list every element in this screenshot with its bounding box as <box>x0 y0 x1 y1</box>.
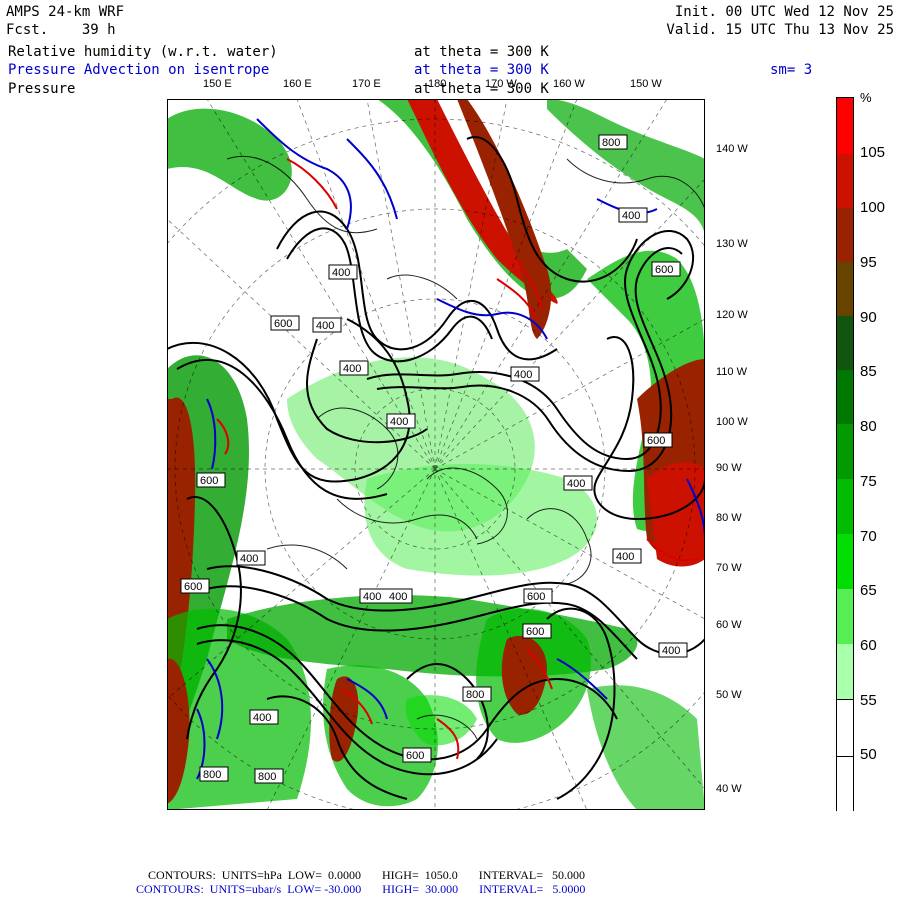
contour-label: 400 <box>240 553 258 565</box>
pressure-label: Pressure <box>8 81 76 97</box>
lon-label-170e: 170 E <box>352 78 381 90</box>
colorbar-segment <box>837 154 853 208</box>
contour-label: 400 <box>363 591 381 603</box>
contour-label: 400 <box>389 591 407 603</box>
rh-label: Relative humidity (w.r.t. water) <box>8 44 278 60</box>
lon-label-140w: 140 W <box>716 143 748 155</box>
lon-label-90w: 90 W <box>716 462 742 474</box>
lon-label-180: 180 <box>428 78 447 90</box>
colorbar-label-50: 50 <box>860 746 877 763</box>
footer-advection-contours: CONTOURS: UNITS=ubar/s LOW= -30.000 HIGH… <box>136 882 586 896</box>
colorbar-label-90: 90 <box>860 309 877 326</box>
colorbar-label-85: 85 <box>860 363 877 380</box>
lon-label-100w: 100 W <box>716 416 748 428</box>
fcst-hours: 39 h <box>81 22 116 38</box>
contour-label: 600 <box>526 626 544 638</box>
adv-level: at theta = 300 K <box>414 62 549 78</box>
colorbar-unit: % <box>860 90 872 105</box>
forecast-label: Fcst. 39 h <box>6 22 116 38</box>
lon-label-80w: 80 W <box>716 512 742 524</box>
colorbar-segment <box>837 370 853 424</box>
lon-label-40w: 40 W <box>716 783 742 795</box>
colorbar-segment <box>837 644 853 699</box>
contour-label: 400 <box>332 267 350 279</box>
colorbar <box>836 97 854 812</box>
weather-map: 800 400 600 400 400 400 400 600 400 600 … <box>167 99 705 810</box>
colorbar-segment <box>837 98 853 154</box>
lon-label-50w: 50 W <box>716 689 742 701</box>
footer-pressure-contours: CONTOURS: UNITS=hPa LOW= 0.0000 HIGH= 10… <box>148 868 585 882</box>
adv-label: Pressure Advection on isentrope <box>8 62 270 78</box>
contour-label: 600 <box>200 475 218 487</box>
contour-label: 400 <box>253 712 271 724</box>
contour-label: 400 <box>662 645 680 657</box>
contour-label: 600 <box>406 750 424 762</box>
init-time: Init. 00 UTC Wed 12 Nov 25 <box>674 4 894 20</box>
lon-label-70w: 70 W <box>716 562 742 574</box>
colorbar-label-100: 100 <box>860 199 886 216</box>
colorbar-label-95: 95 <box>860 254 877 271</box>
contour-label: 400 <box>343 363 361 375</box>
contour-label: 800 <box>203 769 221 781</box>
lon-label-170w: 170 W <box>485 78 517 90</box>
contour-label: 400 <box>316 320 334 332</box>
colorbar-label-70: 70 <box>860 528 877 545</box>
colorbar-segment <box>837 424 853 479</box>
lon-label-160w: 160 W <box>553 78 585 90</box>
contour-label: 600 <box>527 591 545 603</box>
contour-label: 400 <box>622 210 640 222</box>
contour-label: 600 <box>184 581 202 593</box>
colorbar-segment <box>837 316 853 370</box>
contour-label: 400 <box>616 551 634 563</box>
valid-time: Valid. 15 UTC Thu 13 Nov 25 <box>666 22 894 38</box>
contour-label: 600 <box>647 435 665 447</box>
contour-label: 600 <box>655 264 673 276</box>
contour-label: 400 <box>390 416 408 428</box>
colorbar-segment <box>837 534 853 589</box>
contour-label: 400 <box>514 369 532 381</box>
colorbar-segment <box>837 262 853 316</box>
lon-label-60w: 60 W <box>716 619 742 631</box>
smoothing-label: sm= 3 <box>770 62 813 78</box>
fcst-label: Fcst. <box>6 22 49 38</box>
colorbar-segment <box>837 699 853 756</box>
contour-label: 800 <box>258 771 276 783</box>
colorbar-label-75: 75 <box>860 473 877 490</box>
rh-level: at theta = 300 K <box>414 44 549 60</box>
colorbar-segment <box>837 479 853 534</box>
lon-label-150e: 150 E <box>203 78 232 90</box>
contour-label: 800 <box>466 689 484 701</box>
colorbar-label-80: 80 <box>860 418 877 435</box>
lon-label-160e: 160 E <box>283 78 312 90</box>
lon-label-150w: 150 W <box>630 78 662 90</box>
colorbar-label-55: 55 <box>860 692 877 709</box>
contour-label: 400 <box>567 478 585 490</box>
model-title: AMPS 24-km WRF <box>6 4 125 20</box>
colorbar-label-60: 60 <box>860 637 877 654</box>
lon-label-120w: 120 W <box>716 309 748 321</box>
contour-label: 600 <box>274 318 292 330</box>
lon-label-130w: 130 W <box>716 238 748 250</box>
colorbar-segment <box>837 208 853 262</box>
colorbar-segment <box>837 756 853 812</box>
lon-label-110w: 110 W <box>716 366 747 378</box>
colorbar-segment <box>837 589 853 644</box>
colorbar-label-65: 65 <box>860 582 877 599</box>
contour-label: 800 <box>602 137 620 149</box>
colorbar-label-105: 105 <box>860 144 886 161</box>
